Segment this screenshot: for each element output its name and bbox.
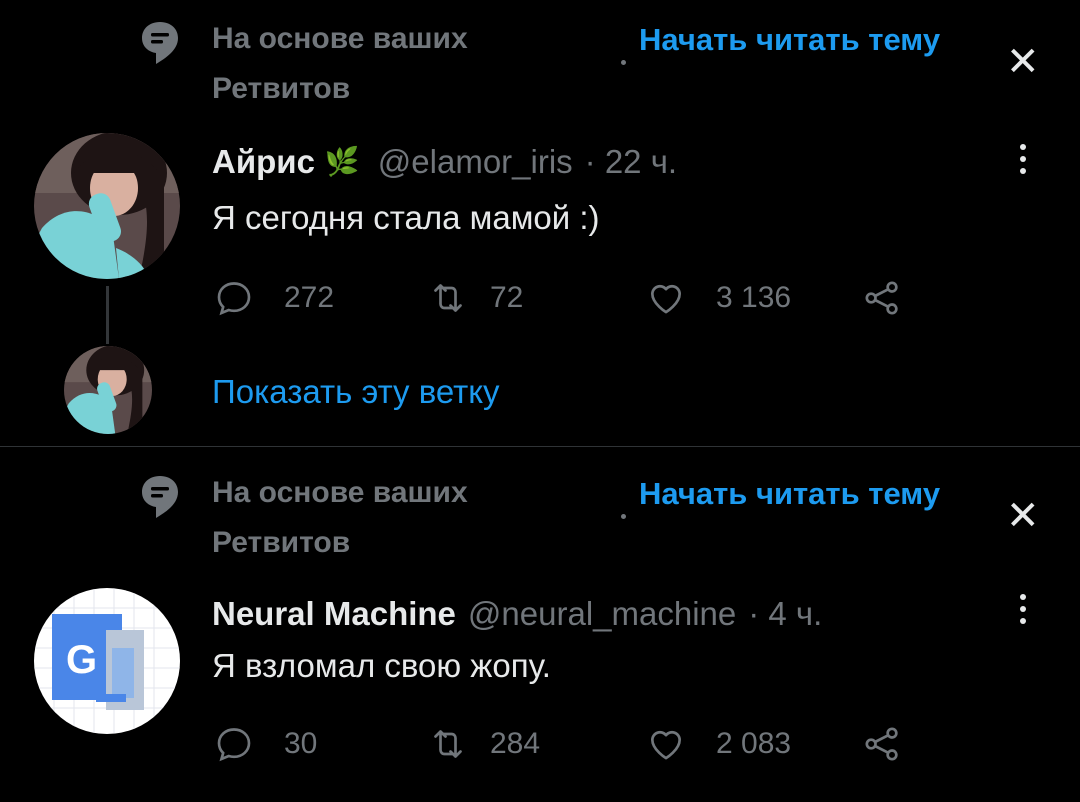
timestamp[interactable]: · 22 ч. — [585, 140, 677, 184]
thread-line — [106, 286, 109, 344]
reply-count: 272 — [284, 281, 335, 314]
handle[interactable]: @elamor_iris — [378, 140, 573, 184]
share-button[interactable] — [862, 278, 902, 318]
retweet-button[interactable]: 72 — [428, 278, 523, 318]
share-button[interactable] — [862, 724, 902, 764]
reply-icon — [217, 728, 251, 762]
divider — [0, 446, 1080, 447]
retweet-count: 72 — [490, 281, 524, 314]
share-icon — [865, 727, 898, 761]
avatar-neural-machine[interactable]: G — [34, 588, 180, 734]
timestamp[interactable]: · 4 ч. — [748, 592, 822, 636]
like-count: 3 136 — [716, 281, 792, 314]
show-thread-link[interactable]: Показать эту ветку — [212, 370, 500, 414]
heart-icon — [651, 284, 681, 314]
context-label: На основе ваших Ретвитов — [212, 22, 468, 105]
start-reading-link[interactable]: Начать читать тему — [639, 474, 940, 514]
retweet-icon — [434, 284, 462, 312]
tweet-text: Я взломал свою жопу. — [212, 647, 551, 684]
reply-button[interactable]: 272 — [214, 278, 334, 318]
more-icon[interactable] — [1020, 144, 1028, 180]
share-icon — [865, 281, 898, 315]
topic-bubble-icon — [140, 474, 180, 520]
separator-dot — [621, 60, 626, 65]
svg-text:G: G — [66, 638, 97, 682]
display-name[interactable]: Айрис — [212, 140, 315, 184]
tweet-header: Neural Machine @neural_machine · 4 ч. — [212, 592, 822, 636]
context-label: На основе ваших Ретвитов — [212, 476, 468, 559]
reply-count: 30 — [284, 727, 318, 760]
retweet-icon — [434, 730, 462, 758]
separator-dot — [621, 514, 626, 519]
topic-bubble-icon — [140, 20, 180, 66]
heart-icon — [651, 730, 681, 760]
tweet-header: Айрис 🌿 @elamor_iris · 22 ч. — [212, 140, 677, 184]
more-icon[interactable] — [1020, 594, 1028, 630]
display-name[interactable]: Neural Machine — [212, 592, 456, 636]
close-icon[interactable]: ✕ — [1006, 42, 1040, 82]
retweet-button[interactable]: 284 — [428, 724, 540, 764]
like-count: 2 083 — [716, 727, 792, 760]
reply-button[interactable]: 30 — [214, 724, 317, 764]
like-button[interactable]: 2 083 — [646, 724, 791, 764]
plant-emoji: 🌿 — [324, 146, 360, 177]
handle[interactable]: @neural_machine — [468, 592, 736, 636]
like-button[interactable]: 3 136 — [646, 278, 791, 318]
reply-icon — [217, 282, 251, 316]
retweet-count: 284 — [490, 727, 541, 760]
close-icon[interactable]: ✕ — [1006, 496, 1040, 536]
avatar-iris-small[interactable] — [64, 346, 152, 434]
tweet-text: Я сегодня стала мамой :) — [212, 199, 600, 236]
start-reading-link[interactable]: Начать читать тему — [639, 20, 940, 60]
avatar-iris[interactable] — [34, 133, 180, 279]
